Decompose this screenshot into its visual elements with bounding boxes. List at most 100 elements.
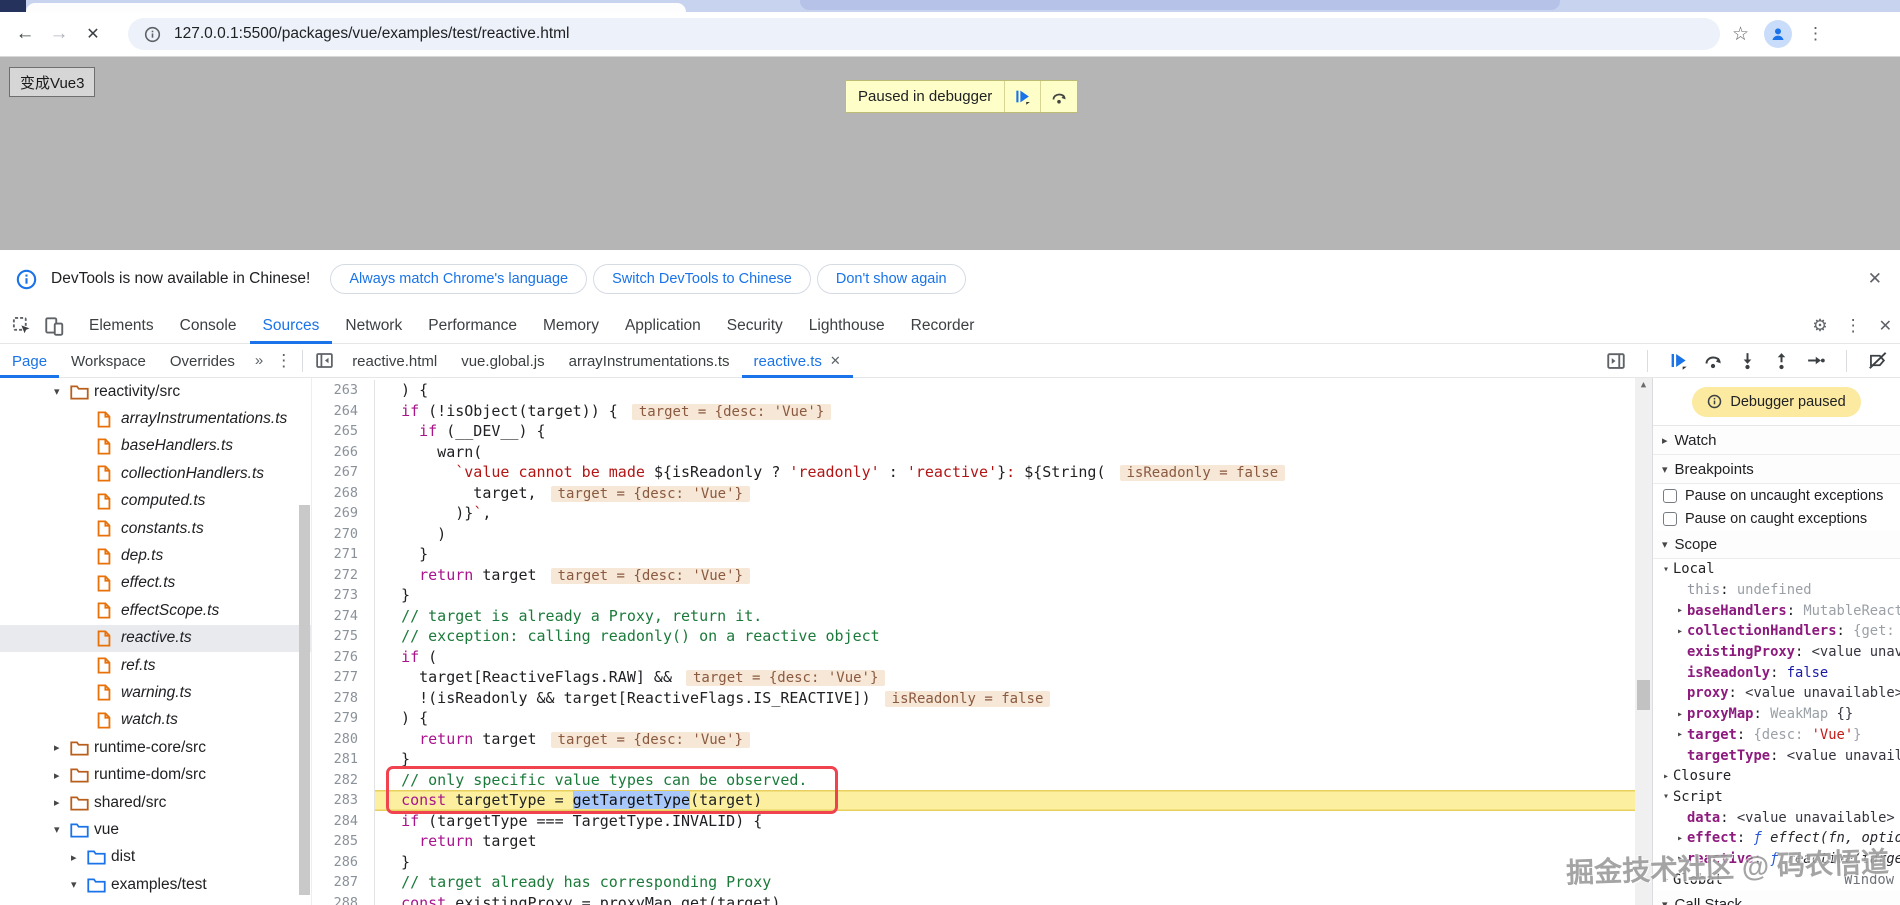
line-number[interactable]: 268	[312, 483, 374, 504]
line-number[interactable]: 267	[312, 462, 374, 483]
file-tab-reactive.html[interactable]: reactive.html	[340, 344, 449, 378]
tree-folder-examples/test[interactable]: ▾ examples/test	[0, 871, 311, 898]
tree-folder-vue[interactable]: ▾ vue	[0, 816, 311, 843]
tree-file-dep.ts[interactable]: dep.ts	[0, 542, 311, 569]
site-info-icon[interactable]	[144, 26, 161, 43]
collapsed-arrow-icon[interactable]: ▸	[1673, 729, 1687, 740]
code-line-286[interactable]: 286 }	[312, 851, 1635, 873]
editor-scrollbar[interactable]: ▲	[1635, 378, 1652, 905]
resume-script-icon[interactable]	[1669, 351, 1688, 370]
line-number[interactable]: 277	[312, 667, 374, 688]
navigator-menu-icon[interactable]: ⋮	[271, 351, 296, 371]
line-number[interactable]: 279	[312, 708, 374, 729]
watch-section-header[interactable]: ▸ Watch	[1653, 426, 1900, 455]
code-line-266[interactable]: 266 warn(	[312, 441, 1635, 463]
address-bar[interactable]: 127.0.0.1:5500/packages/vue/examples/tes…	[128, 18, 1720, 50]
code-line-264[interactable]: 264 if (!isObject(target)) {target = {de…	[312, 400, 1635, 422]
expanded-arrow-icon[interactable]: ▾	[54, 385, 70, 398]
tree-folder-dist[interactable]: ▸ dist	[0, 844, 311, 871]
line-number[interactable]: 283	[312, 790, 374, 811]
collapsed-arrow-icon[interactable]: ▸	[54, 741, 70, 754]
line-number[interactable]: 269	[312, 503, 374, 524]
infobar-close-icon[interactable]: ✕	[1868, 269, 1884, 289]
collapsed-arrow-icon[interactable]: ▸	[1659, 771, 1673, 782]
tree-file-collectionHandlers.ts[interactable]: collectionHandlers.ts	[0, 460, 311, 487]
devtools-tab-memory[interactable]: Memory	[530, 308, 612, 344]
code-line-272[interactable]: 272 return target target = {desc: 'Vue'}	[312, 564, 1635, 585]
line-number[interactable]: 275	[312, 626, 374, 647]
code-line-282[interactable]: 282 // only specific value types can be …	[312, 769, 1635, 790]
more-tabs-chevrons-icon[interactable]: »	[247, 352, 271, 369]
collapsed-arrow-icon[interactable]: ▸	[1662, 434, 1668, 447]
line-number[interactable]: 263	[312, 380, 374, 401]
code-line-263[interactable]: 263 ) {	[312, 380, 1635, 401]
close-file-tab-icon[interactable]: ✕	[830, 353, 841, 369]
devtools-tab-console[interactable]: Console	[167, 308, 250, 344]
code-line-275[interactable]: 275 // exception: calling readonly() on …	[312, 626, 1635, 647]
expanded-arrow-icon[interactable]: ▾	[1662, 463, 1668, 476]
collapsed-arrow-icon[interactable]: ▸	[1673, 833, 1687, 844]
devtools-tab-application[interactable]: Application	[612, 308, 714, 344]
line-number[interactable]: 278	[312, 688, 374, 709]
line-number[interactable]: 286	[312, 852, 374, 873]
scope-collectionHandlers[interactable]: ▸ collectionHandlers: {get:	[1653, 621, 1900, 642]
checkbox-unchecked[interactable]	[1663, 488, 1677, 503]
scope-proxy[interactable]: proxy: <value unavailable>	[1653, 683, 1900, 704]
devtools-tab-elements[interactable]: Elements	[76, 308, 167, 344]
code-line-271[interactable]: 271 }	[312, 544, 1635, 565]
code-line-283[interactable]: 283 const targetType = getTargetType(tar…	[312, 790, 1635, 811]
editor-scrollbar-thumb[interactable]	[1637, 680, 1650, 710]
navigator-tab-overrides[interactable]: Overrides	[158, 344, 247, 378]
bookmark-star-icon[interactable]: ☆	[1732, 23, 1749, 46]
tree-file-effect.ts[interactable]: effect.ts	[0, 570, 311, 597]
code-line-265[interactable]: 265 if (__DEV__) {	[312, 421, 1635, 442]
toggle-sidebar-icon[interactable]	[1606, 351, 1626, 371]
breakpoint-option[interactable]: Pause on caught exceptions	[1653, 507, 1900, 530]
browser-menu-icon[interactable]: ⋮	[1807, 24, 1824, 44]
step-over-icon[interactable]	[1703, 351, 1723, 370]
line-number[interactable]: 264	[312, 401, 374, 422]
expanded-arrow-icon[interactable]: ▾	[1659, 564, 1673, 575]
code-line-285[interactable]: 285 return target	[312, 831, 1635, 852]
line-number[interactable]: 281	[312, 749, 374, 770]
tree-file-watch.ts[interactable]: watch.ts	[0, 707, 311, 734]
navigator-tab-workspace[interactable]: Workspace	[59, 344, 158, 378]
scope-target[interactable]: ▸ target: {desc: 'Vue'}	[1653, 725, 1900, 746]
tree-folder-runtime-dom/src[interactable]: ▸ runtime-dom/src	[0, 761, 311, 788]
settings-gear-icon[interactable]: ⚙	[1812, 316, 1827, 336]
scope-section-header[interactable]: ▾ Scope	[1653, 530, 1900, 559]
tree-file-effectScope.ts[interactable]: effectScope.ts	[0, 597, 311, 624]
file-tab-reactive.ts[interactable]: reactive.ts ✕	[741, 344, 853, 378]
line-number[interactable]: 266	[312, 442, 374, 463]
scope-existingProxy[interactable]: existingProxy: <value unavailable>	[1653, 642, 1900, 663]
browser-tab[interactable]	[26, 3, 686, 12]
back-icon[interactable]: ←	[8, 23, 42, 45]
step-out-icon[interactable]	[1772, 351, 1791, 370]
code-line-274[interactable]: 274 // target is already a Proxy, return…	[312, 605, 1635, 627]
deactivate-breakpoints-icon[interactable]	[1868, 351, 1888, 370]
scope-baseHandlers[interactable]: ▸baseHandlers: MutableReacti	[1653, 600, 1900, 621]
step-icon[interactable]	[1806, 351, 1825, 370]
line-number[interactable]: 274	[312, 606, 374, 627]
collapsed-arrow-icon[interactable]: ▸	[54, 796, 70, 809]
resume-script-button[interactable]	[1005, 81, 1042, 112]
tree-file-computed.ts[interactable]: computed.ts	[0, 488, 311, 515]
devtools-tab-security[interactable]: Security	[714, 308, 796, 344]
scope-Closure[interactable]: ▸ Closure	[1653, 766, 1900, 787]
scope-Script[interactable]: ▾ Script	[1653, 787, 1900, 808]
scope-this[interactable]: this: undefined	[1653, 580, 1900, 601]
code-line-269[interactable]: 269 )}`,	[312, 503, 1635, 524]
tree-file-constants.ts[interactable]: constants.ts	[0, 515, 311, 542]
scroll-up-arrow-icon[interactable]: ▲	[1635, 380, 1652, 390]
code-line-268[interactable]: 268 target, target = {desc: 'Vue'}	[312, 482, 1635, 504]
collapsed-arrow-icon[interactable]: ▸	[1673, 626, 1687, 637]
tree-file-arrayInstrumentations.ts[interactable]: arrayInstrumentations.ts	[0, 405, 311, 432]
line-number[interactable]: 285	[312, 831, 374, 852]
checkbox-unchecked[interactable]	[1663, 511, 1677, 526]
code-line-278[interactable]: 278 !(isReadonly && target[ReactiveFlags…	[312, 687, 1635, 709]
file-tab-vue.global.js[interactable]: vue.global.js	[449, 344, 556, 378]
step-into-icon[interactable]	[1738, 351, 1757, 370]
code-line-281[interactable]: 281 }	[312, 749, 1635, 770]
devtools-tab-sources[interactable]: Sources	[249, 308, 333, 344]
tree-file-baseHandlers.ts[interactable]: baseHandlers.ts	[0, 433, 311, 460]
